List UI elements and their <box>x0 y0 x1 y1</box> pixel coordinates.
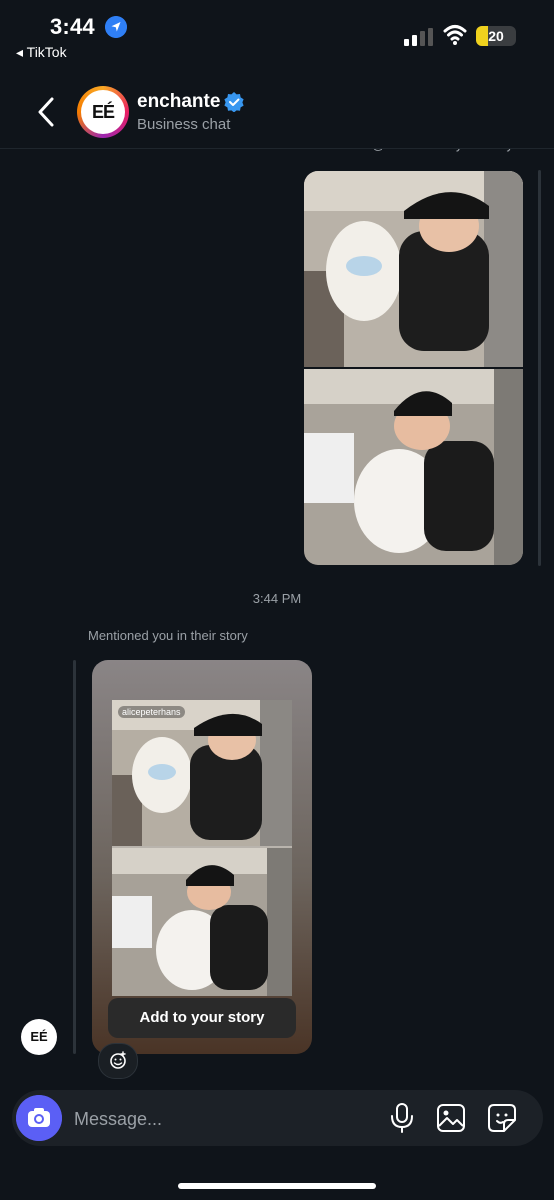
story-username-tag: alicepeterhans <box>118 706 185 718</box>
cellular-signal-icon <box>404 28 433 46</box>
microphone-icon[interactable] <box>388 1102 416 1134</box>
avatar-logo-text: EÉ <box>91 102 115 122</box>
status-time: 3:44 <box>50 14 95 39</box>
mention-label: Mentioned you in their story <box>88 628 248 643</box>
message-timestamp: 3:44 PM <box>252 591 302 606</box>
back-to-app-link[interactable]: ◂ TikTok <box>16 44 67 61</box>
story-reply-indicator <box>538 170 541 566</box>
wifi-icon <box>443 25 467 45</box>
sender-avatar[interactable]: EÉ <box>21 1019 57 1055</box>
gallery-icon[interactable] <box>435 1102 467 1134</box>
camera-icon[interactable] <box>16 1095 62 1141</box>
story-reply-indicator <box>73 660 76 1054</box>
add-to-story-button[interactable]: Add to your story <box>108 998 296 1038</box>
battery-percent: 20 <box>488 28 504 44</box>
story-photo-illustration <box>304 171 523 565</box>
home-indicator[interactable] <box>178 1183 376 1189</box>
sticker-icon[interactable] <box>486 1102 518 1134</box>
message-input[interactable] <box>72 1104 366 1134</box>
location-arrow-icon <box>105 16 127 38</box>
back-chevron-icon[interactable] <box>32 95 62 129</box>
chat-name[interactable]: enchante <box>137 91 220 113</box>
header-divider <box>0 148 554 149</box>
sent-story-image[interactable] <box>304 171 523 565</box>
verified-badge-icon <box>224 92 244 112</box>
mentioned-story-image[interactable] <box>112 700 292 996</box>
add-reaction-icon[interactable] <box>98 1043 138 1079</box>
chat-subtitle: Business chat <box>137 116 231 133</box>
story-photo-illustration <box>112 700 292 996</box>
